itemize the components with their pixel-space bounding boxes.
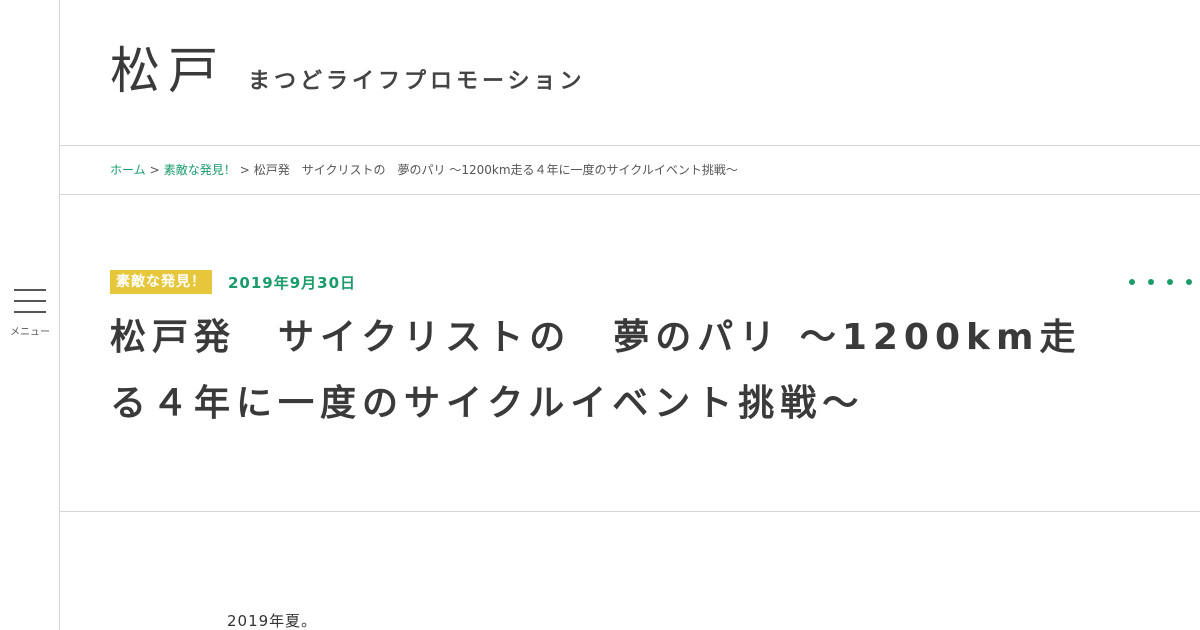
dot	[1148, 279, 1154, 285]
breadcrumb: ホーム > 素敵な発見！ > 松戸発 サイクリストの 夢のパリ ～1200km走る４年に…	[60, 146, 1200, 195]
hamburger-line	[14, 289, 46, 291]
article-first-paragraph: 2019年夏。	[227, 612, 318, 630]
breadcrumb-category-link[interactable]: 素敵な発見！	[164, 163, 236, 177]
breadcrumb-home-link[interactable]: ホーム	[110, 163, 146, 177]
logo-mark[interactable]: 松戸	[110, 42, 226, 100]
menu-button[interactable]: メニュー	[10, 286, 50, 338]
dot	[1186, 279, 1192, 285]
hamburger-line	[14, 300, 46, 302]
breadcrumb-current: 松戸発 サイクリストの 夢のパリ ～1200km走る４年に一度のサイクルイベント…	[253, 163, 738, 177]
dot	[1167, 279, 1173, 285]
breadcrumb-separator: >	[149, 163, 160, 177]
article-header: 素敵な発見！ 2019年9月30日 松戸発 サイクリストの 夢のパリ ～1200…	[60, 195, 1200, 512]
category-badge[interactable]: 素敵な発見！	[110, 270, 212, 294]
dots-icon	[1129, 279, 1192, 285]
site-header: 松戸 まつどライフプロモーション	[60, 0, 1200, 146]
breadcrumb-list: ホーム > 素敵な発見！ > 松戸発 サイクリストの 夢のパリ ～1200km走る４年に…	[110, 146, 738, 194]
article-meta: 素敵な発見！ 2019年9月30日	[110, 270, 356, 294]
hamburger-icon[interactable]	[14, 289, 46, 313]
site-logo[interactable]: 松戸 まつどライフプロモーション	[110, 42, 586, 100]
menu-label[interactable]: メニュー	[10, 323, 50, 338]
hamburger-line	[14, 311, 46, 313]
dot	[1129, 279, 1135, 285]
article-title: 松戸発 サイクリストの 夢のパリ ～1200km走る４年に一度のサイクルイベント…	[110, 317, 1082, 424]
logo-tagline[interactable]: まつどライフプロモーション	[248, 68, 586, 96]
post-date: 2019年9月30日	[228, 273, 357, 292]
page: メニュー 松戸 まつどライフプロモーション ホーム > 素敵な発見！ > 松戸発 サイク…	[0, 0, 1200, 630]
breadcrumb-separator: >	[239, 163, 250, 177]
left-rail: メニュー	[0, 0, 60, 630]
